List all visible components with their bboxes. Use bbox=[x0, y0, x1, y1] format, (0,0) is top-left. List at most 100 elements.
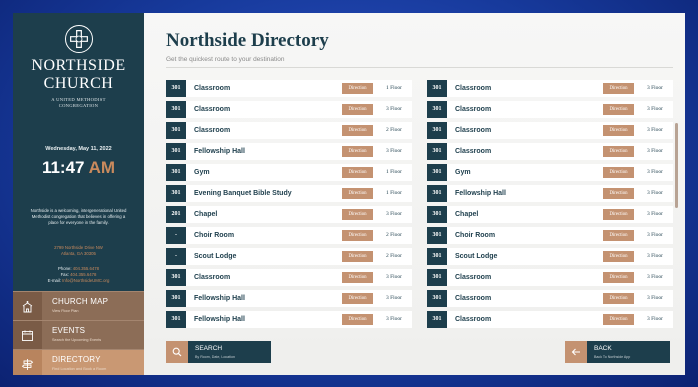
room-number: 301 bbox=[427, 311, 447, 328]
directory-row[interactable]: 301 Choir Room Direction 3 Floor bbox=[427, 227, 673, 244]
room-number: 301 bbox=[427, 164, 447, 181]
room-name: Scout Lodge bbox=[455, 253, 498, 260]
directory-row[interactable]: 301 Fellowship Hall Direction 3 Floor bbox=[166, 143, 412, 160]
room-number: 201 bbox=[166, 206, 186, 223]
directory-row[interactable]: 301 Classroom Direction 3 Floor bbox=[427, 122, 673, 139]
room-name: Gym bbox=[455, 169, 471, 176]
page-subtitle: Get the quickest route to your destinati… bbox=[166, 56, 285, 63]
directory-row[interactable]: - Choir Room Direction 2 Floor bbox=[166, 227, 412, 244]
church-icon bbox=[13, 292, 42, 320]
room-name: Classroom bbox=[194, 106, 231, 113]
room-number: - bbox=[166, 248, 186, 265]
search-button[interactable]: SEARCH By Room, Date, Location bbox=[166, 341, 271, 363]
directory-row[interactable]: 301 Classroom Direction 3 Floor bbox=[166, 101, 412, 118]
room-number: 301 bbox=[166, 311, 186, 328]
direction-button[interactable]: Direction bbox=[342, 293, 373, 304]
room-number: 301 bbox=[166, 122, 186, 139]
room-name: Chapel bbox=[455, 211, 479, 218]
direction-button[interactable]: Direction bbox=[603, 272, 634, 283]
directory-row[interactable]: 301 Evening Banquet Bible Study Direction 1… bbox=[166, 185, 412, 202]
room-floor: 3 Floor bbox=[385, 211, 403, 217]
direction-button[interactable]: Direction bbox=[603, 83, 634, 94]
direction-button[interactable]: Direction bbox=[342, 230, 373, 241]
room-name: Fellowship Hall bbox=[194, 316, 245, 323]
direction-button[interactable]: Direction bbox=[342, 251, 373, 262]
room-name: Classroom bbox=[455, 148, 492, 155]
room-floor: 3 Floor bbox=[646, 253, 664, 259]
room-floor: 3 Floor bbox=[646, 232, 664, 238]
direction-button[interactable]: Direction bbox=[342, 314, 373, 325]
directory-row[interactable]: 301 Classroom Direction 2 Floor bbox=[166, 122, 412, 139]
room-number: 301 bbox=[166, 185, 186, 202]
directory-row[interactable]: 201 Chapel Direction 3 Floor bbox=[166, 206, 412, 223]
scrollbar[interactable] bbox=[675, 123, 678, 208]
email-value: Info@NorthsideUMC.org bbox=[62, 278, 110, 284]
room-number: - bbox=[166, 227, 186, 244]
directory-row[interactable]: 301 Classroom Direction 3 Floor bbox=[427, 290, 673, 307]
direction-button[interactable]: Direction bbox=[342, 167, 373, 178]
direction-button[interactable]: Direction bbox=[342, 83, 373, 94]
room-floor: 3 Floor bbox=[385, 106, 403, 112]
directory-row[interactable]: - Scout Lodge Direction 2 Floor bbox=[166, 248, 412, 265]
phone-value: 404.355.6478 bbox=[72, 266, 100, 271]
nav-subtitle: Search the Upcoming Events bbox=[52, 338, 102, 342]
directory-row[interactable]: 301 Chapel Direction 3 Floor bbox=[427, 206, 673, 223]
directory-row[interactable]: 301 Classroom Direction 3 Floor bbox=[427, 101, 673, 118]
directory-row[interactable]: 301 Scout Lodge Direction 3 Floor bbox=[427, 248, 673, 265]
fax-label: Fax: bbox=[60, 272, 69, 278]
nav-directory[interactable]: DIRECTORY Find Location and Book a Room bbox=[13, 349, 144, 375]
direction-button[interactable]: Direction bbox=[603, 146, 634, 157]
direction-button[interactable]: Direction bbox=[603, 230, 634, 241]
fax-value: 404.355.6478 bbox=[70, 272, 97, 278]
directory-row[interactable]: 301 Gym Direction 1 Floor bbox=[166, 164, 412, 181]
church-name-line2: CHURCH bbox=[43, 75, 114, 92]
room-floor: 3 Floor bbox=[646, 316, 664, 322]
direction-button[interactable]: Direction bbox=[603, 314, 634, 325]
directory-row[interactable]: 301 Classroom Direction 3 Floor bbox=[427, 80, 673, 97]
church-name: NORTHSIDE CHURCH bbox=[13, 57, 144, 93]
church-blurb: Northside is a welcoming, intergeneratio… bbox=[30, 208, 127, 226]
directory-row[interactable]: 301 Classroom Direction 3 Floor bbox=[166, 269, 412, 286]
room-floor: 3 Floor bbox=[646, 190, 664, 196]
direction-button[interactable]: Direction bbox=[603, 125, 634, 136]
room-name: Choir Room bbox=[455, 232, 496, 239]
directory-row[interactable]: 301 Classroom Direction 3 Floor bbox=[427, 311, 673, 328]
nav-church-map[interactable]: CHURCH MAP View Floor Plan bbox=[13, 291, 144, 320]
direction-button[interactable]: Direction bbox=[342, 188, 373, 199]
directory-row[interactable]: 301 Fellowship Hall Direction 3 Floor bbox=[166, 290, 412, 307]
back-button[interactable]: BACK Back To Northside App bbox=[565, 341, 670, 363]
room-floor: 1 Floor bbox=[385, 169, 403, 175]
nav-events[interactable]: EVENTS Search the Upcoming Events bbox=[13, 320, 144, 349]
room-name: Choir Room bbox=[194, 232, 235, 239]
calendar-icon bbox=[13, 321, 42, 349]
direction-button[interactable]: Direction bbox=[342, 209, 373, 220]
direction-button[interactable]: Direction bbox=[603, 209, 634, 220]
direction-button[interactable]: Direction bbox=[603, 188, 634, 199]
direction-button[interactable]: Direction bbox=[342, 104, 373, 115]
directory-row[interactable]: 301 Fellowship Hall Direction 3 Floor bbox=[166, 311, 412, 328]
direction-button[interactable]: Direction bbox=[603, 293, 634, 304]
room-floor: 2 Floor bbox=[385, 127, 403, 133]
room-floor: 3 Floor bbox=[646, 106, 664, 112]
directory-row[interactable]: 301 Gym Direction 3 Floor bbox=[427, 164, 673, 181]
directory-row[interactable]: 301 Fellowship Hall Direction 3 Floor bbox=[427, 185, 673, 202]
search-button-label: SEARCH bbox=[195, 345, 223, 352]
direction-button[interactable]: Direction bbox=[603, 251, 634, 262]
directory-row[interactable]: 301 Classroom Direction 1 Floor bbox=[166, 80, 412, 97]
directory-column-left: 301 Classroom Direction 1 Floor 301 Classroom… bbox=[166, 80, 412, 332]
room-name: Classroom bbox=[455, 106, 492, 113]
directory-row[interactable]: 301 Classroom Direction 3 Floor bbox=[427, 269, 673, 286]
direction-button[interactable]: Direction bbox=[342, 272, 373, 283]
direction-button[interactable]: Direction bbox=[342, 125, 373, 136]
direction-button[interactable]: Direction bbox=[603, 104, 634, 115]
room-name: Gym bbox=[194, 169, 210, 176]
room-number: 301 bbox=[427, 269, 447, 286]
directory-row[interactable]: 301 Classroom Direction 3 Floor bbox=[427, 143, 673, 160]
direction-button[interactable]: Direction bbox=[603, 167, 634, 178]
room-floor: 3 Floor bbox=[646, 211, 664, 217]
room-name: Classroom bbox=[455, 127, 492, 134]
church-subtitle: A UNITED METHODIST CONGREGATION bbox=[13, 97, 144, 109]
room-number: 301 bbox=[427, 143, 447, 160]
direction-button[interactable]: Direction bbox=[342, 146, 373, 157]
room-number: 301 bbox=[427, 80, 447, 97]
